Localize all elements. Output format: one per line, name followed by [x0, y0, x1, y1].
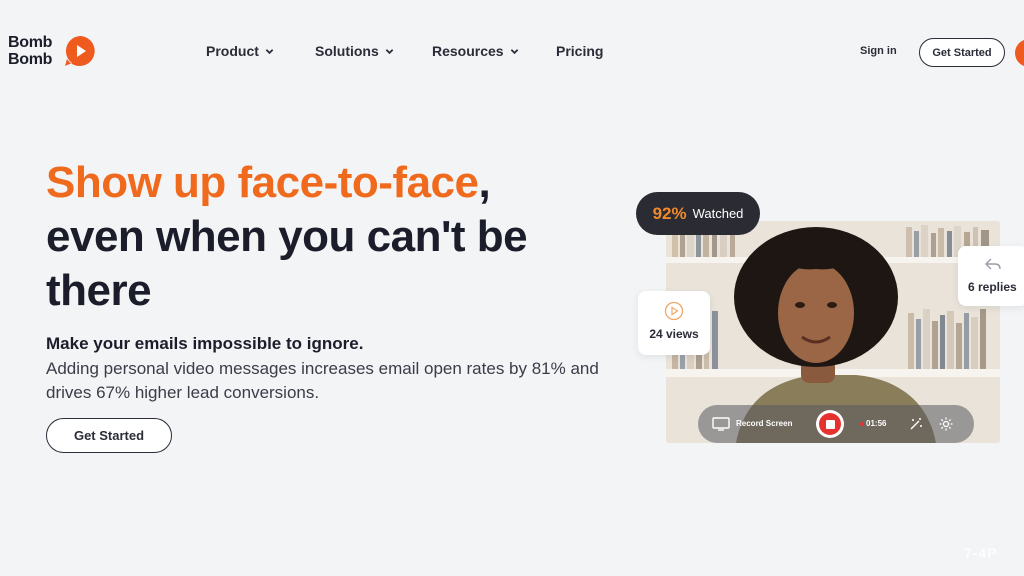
hero-description: Adding personal video messages increases…: [46, 359, 599, 402]
watched-percent: 92%: [652, 203, 687, 223]
sign-in-link[interactable]: Sign in: [860, 45, 897, 57]
chevron-down-icon: [385, 48, 394, 54]
logo-wordmark: Bomb Bomb: [8, 34, 53, 68]
screen-icon[interactable]: [712, 417, 730, 431]
gear-icon[interactable]: [938, 416, 954, 432]
magic-wand-icon[interactable]: [908, 416, 924, 432]
reply-icon: [985, 258, 1001, 270]
recording-timer: 01:56: [866, 419, 887, 428]
nav-pricing[interactable]: Pricing: [556, 43, 603, 59]
nav-solutions-label: Solutions: [315, 43, 379, 59]
hero-get-started-button[interactable]: Get Started: [46, 418, 172, 453]
nav-resources[interactable]: Resources: [432, 43, 519, 59]
logo-play-icon: [65, 36, 95, 66]
replies-count: 6 replies: [968, 280, 1017, 294]
chevron-down-icon: [265, 48, 274, 54]
hero-headline-line-2: even when you can't be: [46, 212, 528, 261]
replies-badge: 6 replies: [958, 246, 1024, 306]
hero-headline: Show up face-to-face, even when you can'…: [46, 156, 606, 318]
nav-solutions[interactable]: Solutions: [315, 43, 394, 59]
views-badge: 24 views: [638, 291, 710, 355]
stop-recording-button[interactable]: [816, 410, 844, 438]
hero-headline-accent: Show up face-to-face: [46, 158, 479, 207]
stop-icon: [819, 413, 841, 435]
views-count: 24 views: [649, 327, 699, 341]
hero-headline-comma: ,: [478, 158, 491, 207]
bombbomb-logo[interactable]: Bomb Bomb: [8, 34, 98, 72]
recorder-toolbar: Record Screen 01:56: [698, 405, 974, 443]
record-screen-label[interactable]: Record Screen: [736, 419, 792, 428]
watched-label: Watched: [692, 206, 744, 221]
corner-watermark: 7-4P: [964, 545, 998, 561]
nav-product[interactable]: Product: [206, 43, 274, 59]
chat-launcher-button[interactable]: [1015, 39, 1024, 67]
nav-resources-label: Resources: [432, 43, 504, 59]
hero-subtitle: Make your emails impossible to ignore.: [46, 334, 364, 353]
watched-badge: 92% Watched: [636, 192, 760, 235]
play-circle-icon: [664, 301, 684, 321]
nav-pricing-label: Pricing: [556, 43, 604, 59]
header-get-started-button[interactable]: Get Started: [919, 38, 1005, 67]
hero-headline-line-3: there: [46, 266, 152, 315]
chevron-down-icon: [510, 48, 518, 54]
nav-product-label: Product: [206, 43, 259, 59]
recording-indicator: [860, 422, 864, 426]
